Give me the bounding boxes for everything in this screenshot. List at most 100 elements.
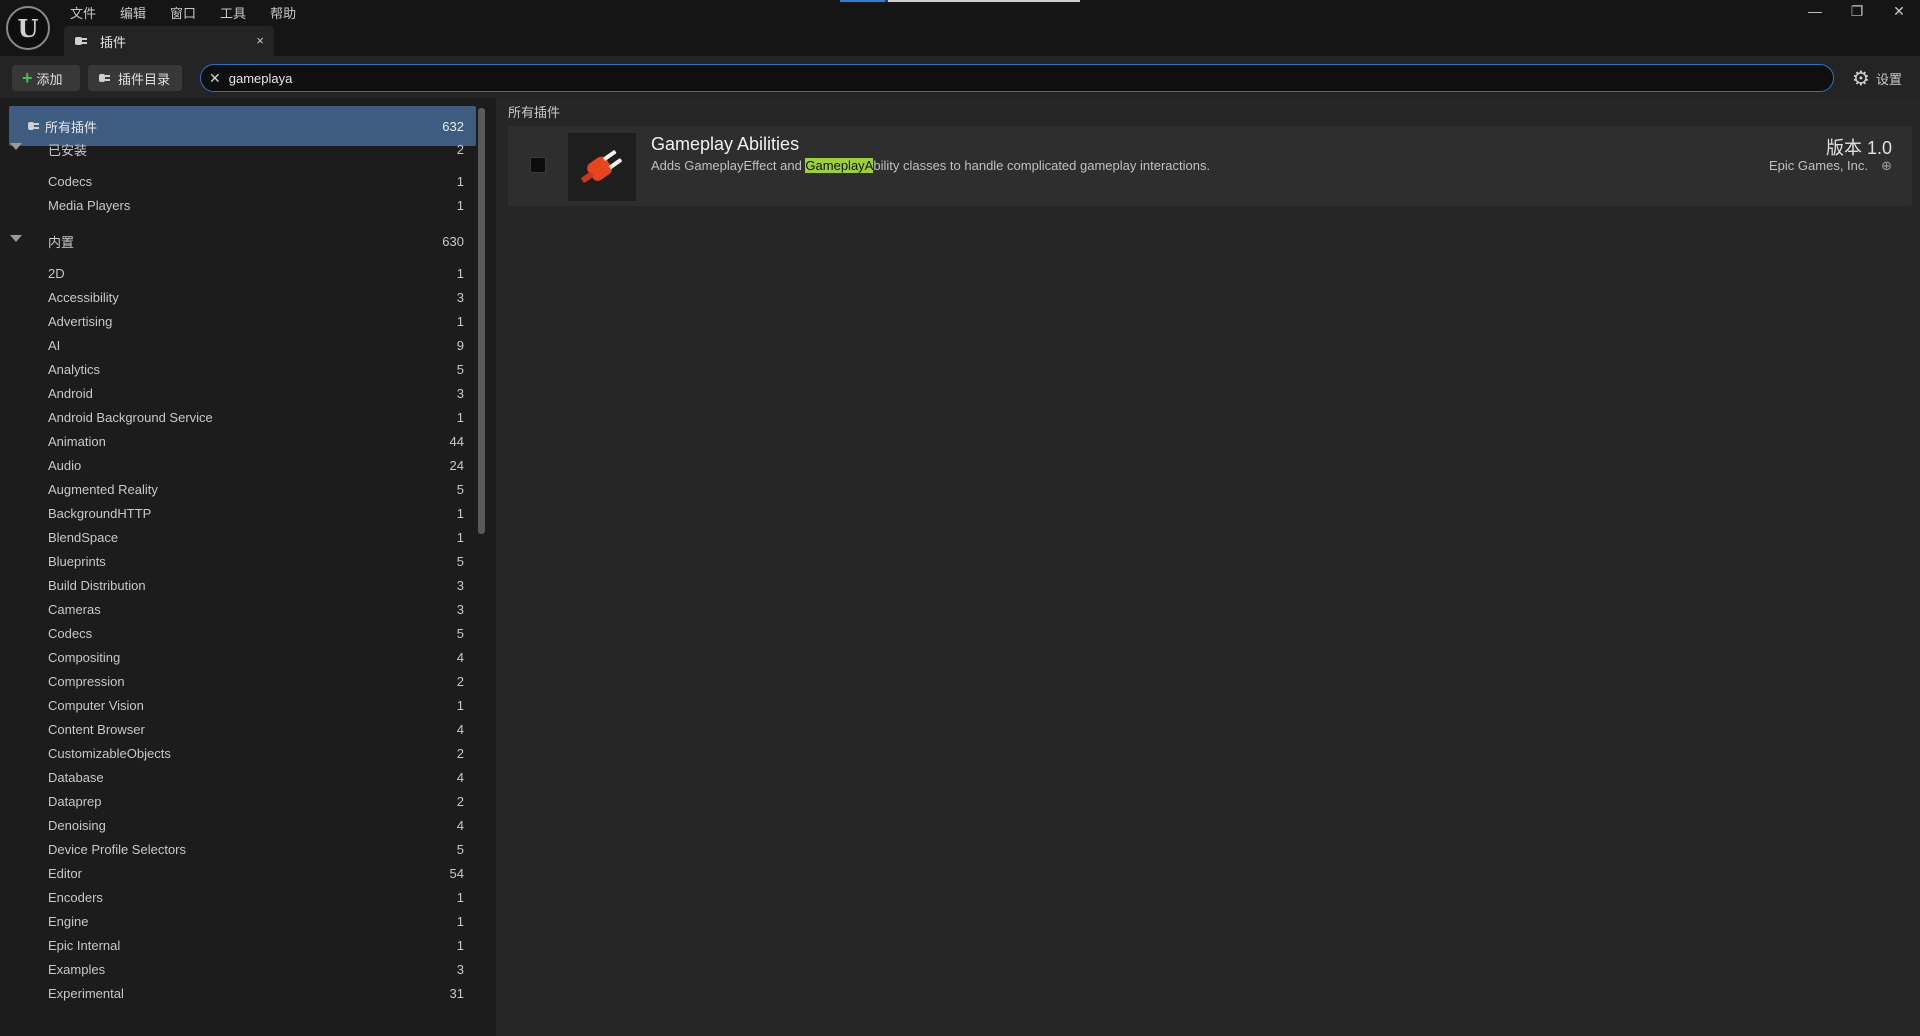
category-group[interactable]: 已安装 2: [0, 137, 470, 161]
category-item[interactable]: Build Distribution 3: [0, 573, 470, 597]
category-label: Examples: [48, 961, 106, 977]
vendor-link-icon[interactable]: ⊕: [1881, 158, 1892, 174]
menu-file[interactable]: 文件: [58, 0, 108, 22]
category-count: 1: [456, 937, 464, 953]
category-label: Build Distribution: [48, 577, 146, 593]
expand-arrow-icon[interactable]: [10, 235, 22, 242]
category-count: 3: [456, 961, 464, 977]
category-label: 2D: [48, 265, 65, 281]
category-item[interactable]: Examples 3: [0, 957, 470, 981]
category-item[interactable]: Android 3: [0, 381, 470, 405]
category-item[interactable]: Denoising 4: [0, 813, 470, 837]
category-label: Advertising: [48, 313, 113, 329]
enable-plugin-checkbox[interactable]: [530, 157, 546, 173]
category-count: 5: [456, 841, 464, 857]
clear-search-icon[interactable]: ✕: [209, 70, 221, 87]
category-label: Accessibility: [48, 289, 119, 305]
category-count: 1: [456, 913, 464, 929]
category-label: Compositing: [48, 649, 121, 665]
category-label: Media Players: [48, 197, 131, 213]
category-item[interactable]: Animation 44: [0, 429, 470, 453]
category-label: Android Background Service: [48, 409, 213, 425]
category-item[interactable]: Cameras 3: [0, 597, 470, 621]
settings-label: 设置: [1875, 72, 1902, 87]
plugin-icon: [75, 37, 87, 45]
expand-arrow-icon[interactable]: [10, 143, 22, 150]
plugin-version: 版本 1.0: [1825, 138, 1892, 158]
category-count: 4: [456, 649, 464, 665]
title-bar: U 文件 编辑 窗口 工具 帮助 — ❐ ✕ 插件 ×: [0, 0, 1920, 56]
category-item[interactable]: Editor 54: [0, 861, 470, 885]
category-count: 3: [456, 385, 464, 401]
category-item[interactable]: Content Browser 4: [0, 717, 470, 741]
category-count: 3: [456, 577, 464, 593]
category-count: 1: [456, 313, 464, 329]
category-label: Augmented Reality: [48, 481, 158, 497]
main-heading: 所有插件: [508, 105, 561, 120]
plugin-catalog-button[interactable]: 插件目录: [88, 65, 182, 91]
category-item[interactable]: Database 4: [0, 765, 470, 789]
category-count: 1: [456, 889, 464, 905]
category-count: 5: [456, 625, 464, 641]
minimize-button[interactable]: —: [1794, 0, 1836, 22]
category-item[interactable]: Media Players 1: [0, 193, 470, 217]
category-count: 3: [456, 289, 464, 305]
category-item[interactable]: Audio 24: [0, 453, 470, 477]
category-item[interactable]: Compression 2: [0, 669, 470, 693]
category-item[interactable]: Dataprep 2: [0, 789, 470, 813]
category-count: 2: [456, 141, 464, 157]
close-window-button[interactable]: ✕: [1878, 0, 1920, 22]
category-item[interactable]: Codecs 1: [0, 169, 470, 193]
category-item[interactable]: Analytics 5: [0, 357, 470, 381]
category-label: BackgroundHTTP: [48, 505, 152, 521]
add-button[interactable]: + 添加: [12, 65, 80, 91]
category-item[interactable]: Engine 1: [0, 909, 470, 933]
tab-close-icon[interactable]: ×: [256, 33, 264, 48]
category-item[interactable]: Advertising 1: [0, 309, 470, 333]
category-item[interactable]: BackgroundHTTP 1: [0, 501, 470, 525]
plugin-description: Adds GameplayEffect and GameplayAbility …: [651, 158, 1210, 173]
category-item[interactable]: Blueprints 5: [0, 549, 470, 573]
category-item[interactable]: Experimental 31: [0, 981, 470, 1005]
category-group[interactable]: 内置 630: [0, 229, 470, 253]
category-label: Audio: [48, 457, 82, 473]
category-label: Database: [48, 769, 104, 785]
search-input[interactable]: [228, 70, 1729, 86]
category-count: 54: [449, 865, 464, 881]
sidebar-scrollbar[interactable]: [478, 108, 485, 534]
category-item[interactable]: Encoders 1: [0, 885, 470, 909]
category-item[interactable]: Device Profile Selectors 5: [0, 837, 470, 861]
category-count: 632: [442, 118, 464, 134]
menu-help[interactable]: 帮助: [258, 0, 308, 22]
category-item[interactable]: Compositing 4: [0, 645, 470, 669]
menu-window[interactable]: 窗口: [158, 0, 208, 22]
category-count: 5: [456, 481, 464, 497]
settings-button[interactable]: ⚙ 设置: [1852, 66, 1902, 91]
category-label: Content Browser: [48, 721, 145, 737]
category-item[interactable]: Accessibility 3: [0, 285, 470, 309]
category-count: 630: [442, 233, 464, 249]
plus-icon: +: [22, 68, 33, 88]
category-item[interactable]: Augmented Reality 5: [0, 477, 470, 501]
menu-edit[interactable]: 编辑: [108, 0, 158, 22]
category-item[interactable]: 2D 1: [0, 261, 470, 285]
menu-tools[interactable]: 工具: [208, 0, 258, 22]
tab-plugins[interactable]: 插件 ×: [64, 26, 274, 56]
category-item[interactable]: AI 9: [0, 333, 470, 357]
catalog-label: 插件目录: [118, 71, 171, 87]
category-item[interactable]: Epic Internal 1: [0, 933, 470, 957]
unreal-logo-icon[interactable]: U: [6, 6, 50, 50]
category-count: 44: [449, 433, 464, 449]
plugin-card[interactable]: Gameplay Abilities Adds GameplayEffect a…: [508, 126, 1912, 206]
category-item[interactable]: Android Background Service 1: [0, 405, 470, 429]
restore-button[interactable]: ❐: [1836, 0, 1878, 22]
category-label: Animation: [48, 433, 106, 449]
category-item[interactable]: CustomizableObjects 2: [0, 741, 470, 765]
category-label: Experimental: [48, 985, 124, 1001]
search-match-highlight: GameplayA: [805, 158, 874, 173]
category-item[interactable]: Codecs 5: [0, 621, 470, 645]
plugin-icon: [99, 74, 110, 82]
category-item[interactable]: BlendSpace 1: [0, 525, 470, 549]
category-label: CustomizableObjects: [48, 745, 171, 761]
category-item[interactable]: Computer Vision 1: [0, 693, 470, 717]
